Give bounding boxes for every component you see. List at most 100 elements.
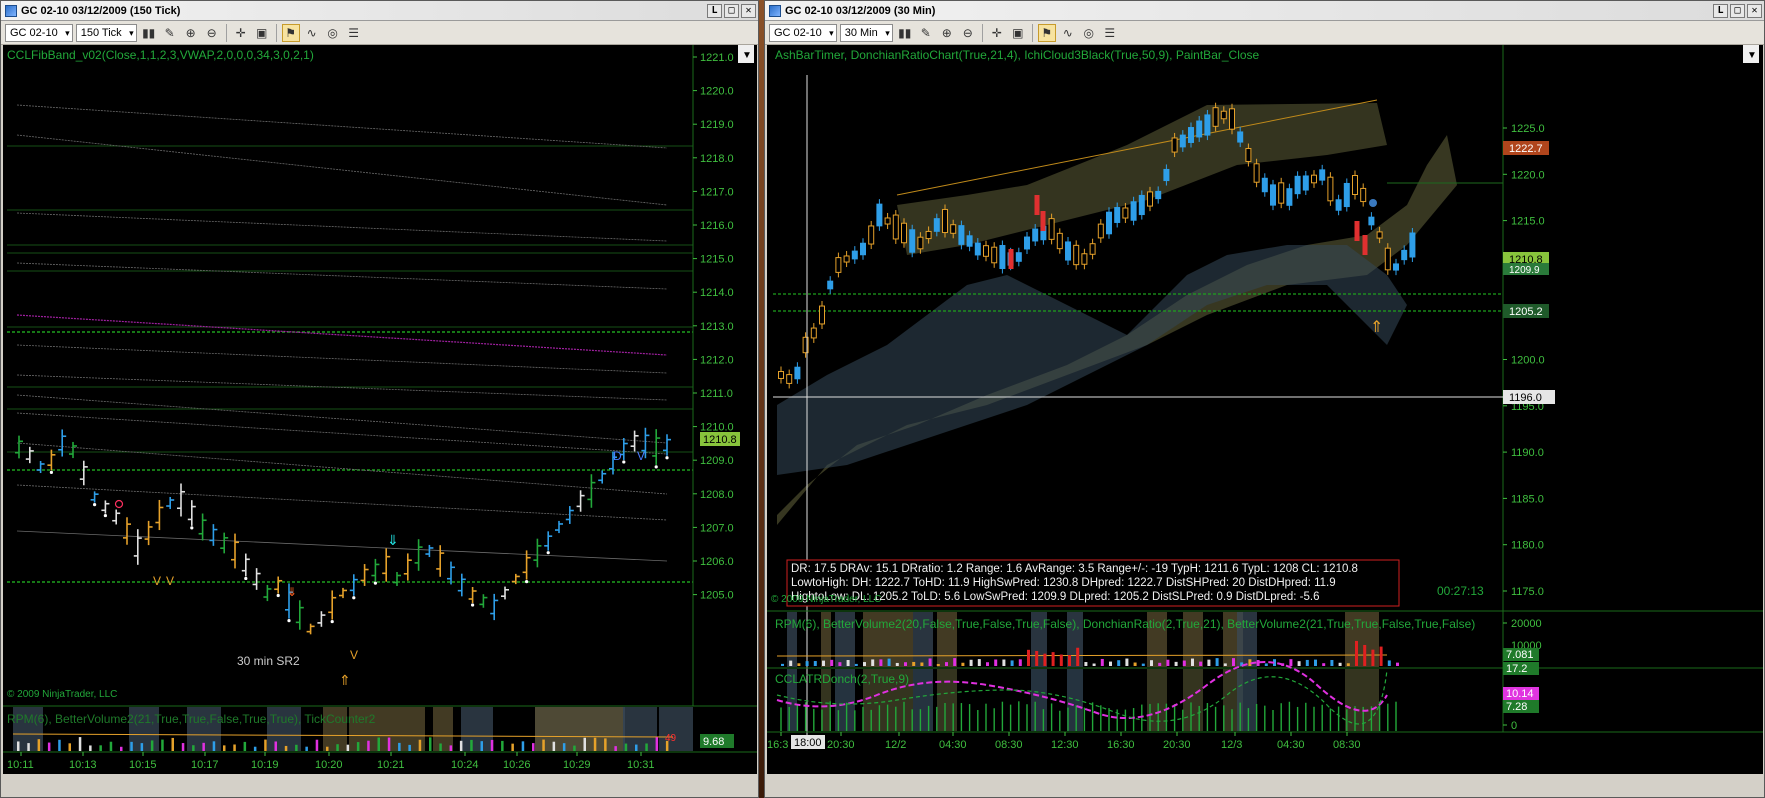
layout-button[interactable]: L — [707, 3, 722, 18]
volume-bar — [212, 741, 216, 751]
volume-bar — [511, 743, 514, 751]
interval-selector[interactable]: 30 Min — [839, 23, 893, 42]
volume-bar — [356, 742, 360, 751]
fib-band — [16, 134, 668, 206]
candle-body — [1278, 182, 1285, 204]
candle-body — [1065, 241, 1071, 261]
title-bar[interactable]: GC 02-10 03/12/2009 (30 Min) L □ ✕ — [765, 1, 1764, 21]
chevron-down-icon: ▼ — [1747, 50, 1757, 61]
volume-bar — [624, 743, 628, 751]
bar-type-icon[interactable]: ▮▮ — [896, 24, 914, 42]
candle-body — [884, 217, 891, 225]
volume-bar — [552, 741, 556, 751]
layout-button[interactable]: L — [1713, 3, 1728, 18]
time-axis-label: 10:21 — [377, 759, 405, 771]
volume-bar — [243, 741, 247, 751]
swing-dot — [103, 513, 107, 518]
volume-bar — [895, 662, 899, 666]
volume-bar — [1322, 663, 1326, 666]
tick-chart-window[interactable]: GC 02-10 03/12/2009 (150 Tick) L □ ✕ GC … — [0, 0, 759, 798]
candle-body — [1220, 110, 1227, 120]
tick-count: 49 — [665, 733, 677, 744]
minute-chart-window[interactable]: GC 02-10 03/12/2009 (30 Min) L □ ✕ GC 02… — [764, 0, 1765, 798]
indicators-icon[interactable]: ∿ — [1059, 24, 1077, 42]
swing-dot — [373, 581, 377, 585]
close-button[interactable]: ✕ — [1747, 3, 1762, 18]
swing-dot — [352, 596, 356, 600]
svg-text:17.2: 17.2 — [1506, 663, 1527, 675]
candle-body — [1138, 194, 1145, 216]
volume-bar — [805, 661, 809, 666]
strategy-icon[interactable]: ⚑ — [1037, 23, 1056, 42]
volume-bar — [398, 742, 401, 751]
candle-body — [1212, 107, 1219, 127]
volume-bar — [953, 658, 957, 666]
title-bar[interactable]: GC 02-10 03/12/2009 (150 Tick) L □ ✕ — [1, 1, 758, 21]
zoom-out-icon[interactable]: ⊖ — [959, 24, 977, 42]
zoom-in-icon[interactable]: ⊕ — [182, 24, 200, 42]
data-box-icon[interactable]: ☰ — [345, 24, 363, 42]
instrument-selector[interactable]: GC 02-10 — [769, 23, 837, 42]
instrument-selector[interactable]: GC 02-10 — [5, 23, 73, 42]
draw-tool-icon[interactable]: ✎ — [917, 24, 935, 42]
volume-bar — [635, 744, 638, 751]
crosshair-icon[interactable]: ✛ — [988, 24, 1006, 42]
crosshair-icon[interactable]: ✛ — [232, 24, 250, 42]
volume-bar — [614, 746, 617, 751]
volume-bar — [233, 744, 236, 751]
bar-type-icon[interactable]: ▮▮ — [140, 24, 158, 42]
atr-shade — [937, 669, 957, 731]
volume-bar — [68, 743, 71, 751]
minute-chart-canvas[interactable]: ⇑ 1225.01220.01215.01210.01205.01200.011… — [767, 45, 1763, 774]
swing-dot — [244, 576, 248, 581]
price-axis-label: 1219.0 — [700, 119, 734, 131]
volume-bar — [99, 745, 102, 751]
volume-bar — [1125, 658, 1129, 666]
strategy-icon[interactable]: ⚑ — [281, 23, 300, 42]
pred-price-tag: 1209.9 — [1503, 263, 1549, 276]
properties-icon[interactable]: ◎ — [1080, 24, 1098, 42]
minute-chart-area[interactable]: ⇑ 1225.01220.01215.01210.01205.01200.011… — [767, 45, 1763, 774]
time-axis-label: 16:30 — [1107, 739, 1135, 751]
volume-bar — [120, 746, 123, 751]
tick-chart-canvas[interactable]: ⇑ ⇓ ⇓ 1221.0 1220.0 1219.0 1218.0 1217.0 1216.0… — [3, 45, 757, 774]
volume-bar — [284, 745, 288, 751]
properties-icon[interactable]: ◎ — [324, 24, 342, 42]
volume-bar — [171, 737, 174, 751]
volume-bar — [961, 662, 965, 666]
snapshot-icon[interactable]: ▣ — [1009, 24, 1027, 42]
close-button[interactable]: ✕ — [741, 3, 756, 18]
chart-toolbar: GC 02-10 150 Tick ▮▮ ✎ ⊕ ⊖ ✛ ▣ ⚑ ∿ ◎ ☰ — [1, 21, 758, 45]
tick-chart-area[interactable]: ⇑ ⇓ ⇓ 1221.0 1220.0 1219.0 1218.0 1217.0 1216.0… — [3, 45, 757, 774]
svg-text:7.081: 7.081 — [1506, 649, 1534, 661]
price-axis-label: 1218.0 — [700, 153, 734, 165]
draw-tool-icon[interactable]: ✎ — [161, 24, 179, 42]
candle-body — [1229, 108, 1235, 130]
candle-body — [1015, 252, 1022, 262]
sr-label: 30 min SR2 — [237, 654, 300, 668]
snapshot-icon[interactable]: ▣ — [253, 24, 271, 42]
maximize-button[interactable]: □ — [1730, 3, 1745, 18]
volume-bar — [47, 742, 51, 751]
maximize-button[interactable]: □ — [724, 3, 739, 18]
volume-bar — [1330, 659, 1334, 666]
paint-bar — [1362, 235, 1368, 255]
candle-body — [1376, 231, 1383, 239]
volume-bar — [593, 737, 597, 751]
price-axis-label: 1205.0 — [700, 590, 734, 602]
data-box-icon[interactable]: ☰ — [1101, 24, 1119, 42]
svg-text:LowtoHigh: DH: 1222.7 ToHD: LowtoHigh: DH: 1222.7 ToHD: 11.9 HighSwP… — [791, 577, 1336, 589]
candle-body — [892, 214, 899, 240]
svg-text:DR: 17.5 DRAv: 15.1 DRratio: 1: DR: 17.5 DRAv: 15.1 DRratio: 1.2 Range: … — [791, 563, 1358, 575]
volume-bar — [27, 743, 30, 751]
indicators-icon[interactable]: ∿ — [303, 24, 321, 42]
price-axis-label: 1207.0 — [700, 522, 734, 534]
price-axis-label: 1221.0 — [700, 52, 734, 64]
price-axis-label: 1220.0 — [1511, 169, 1545, 181]
interval-selector[interactable]: 150 Tick — [75, 23, 137, 42]
candle-body — [835, 257, 842, 273]
zoom-out-icon[interactable]: ⊖ — [203, 24, 221, 42]
volume-bar — [470, 739, 473, 751]
candle-body — [1147, 191, 1153, 207]
zoom-in-icon[interactable]: ⊕ — [938, 24, 956, 42]
